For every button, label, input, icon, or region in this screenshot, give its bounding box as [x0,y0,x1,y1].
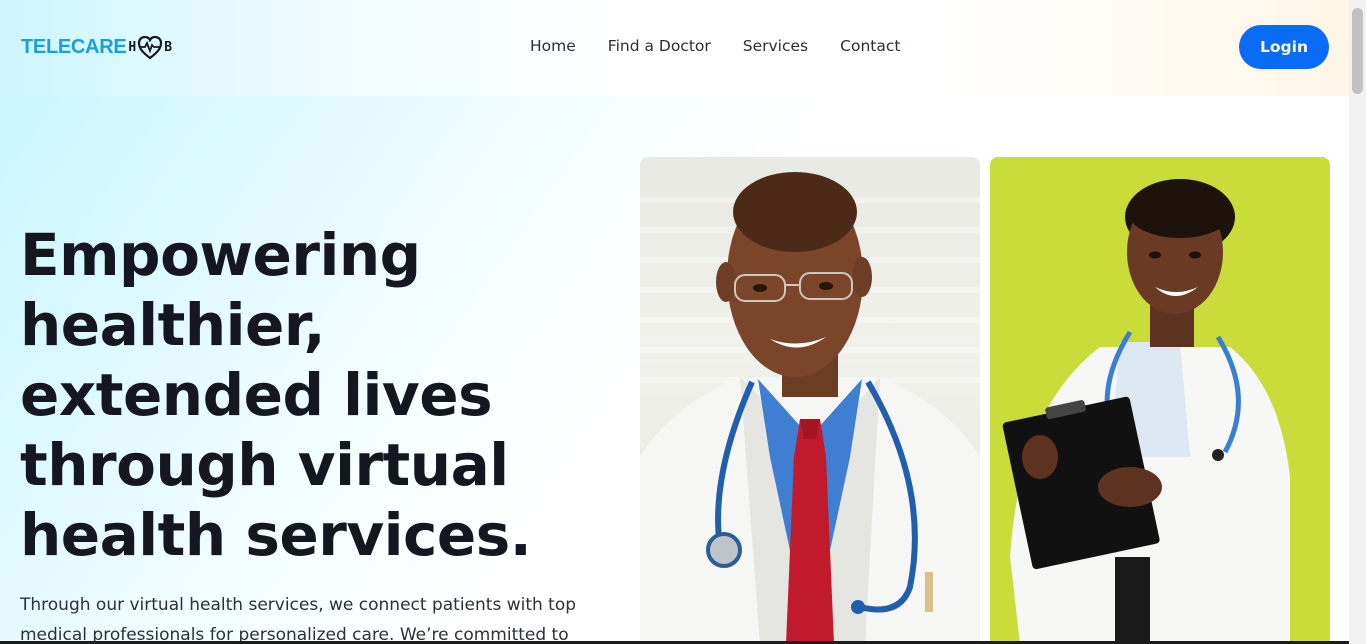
brand-hub-h: H [128,39,137,55]
site-header: TELECARE H B Home Find a Doctor Services… [0,0,1349,96]
main-nav: Home Find a Doctor Services Contact [530,37,932,55]
hero-title: Empowering healthier, extended lives thr… [20,220,580,570]
nav-services[interactable]: Services [743,37,808,55]
page-scrollbar[interactable] [1349,0,1366,644]
heart-pulse-icon [138,35,163,60]
nav-contact[interactable]: Contact [840,37,900,55]
brand-logo[interactable]: TELECARE H B [21,31,172,63]
hero-title-line: through virtual [20,431,509,499]
male-doctor-photo [640,157,980,644]
brand-name: TELECARE [21,35,127,58]
scrollbar-thumb[interactable] [1352,8,1363,94]
brand-hub-b: B [164,39,173,55]
hero-title-line: healthier, [20,291,326,359]
hero-title-line: extended lives [20,361,493,429]
login-button[interactable]: Login [1239,25,1329,69]
nav-home[interactable]: Home [530,37,576,55]
female-doctor-photo [990,157,1330,644]
brand-hub: H B [128,33,172,61]
hero-title-line: health services. [20,501,532,569]
nav-find-a-doctor[interactable]: Find a Doctor [608,37,711,55]
hero-title-line: Empowering [20,221,421,289]
hero-description: Through our virtual health services, we … [20,595,577,644]
